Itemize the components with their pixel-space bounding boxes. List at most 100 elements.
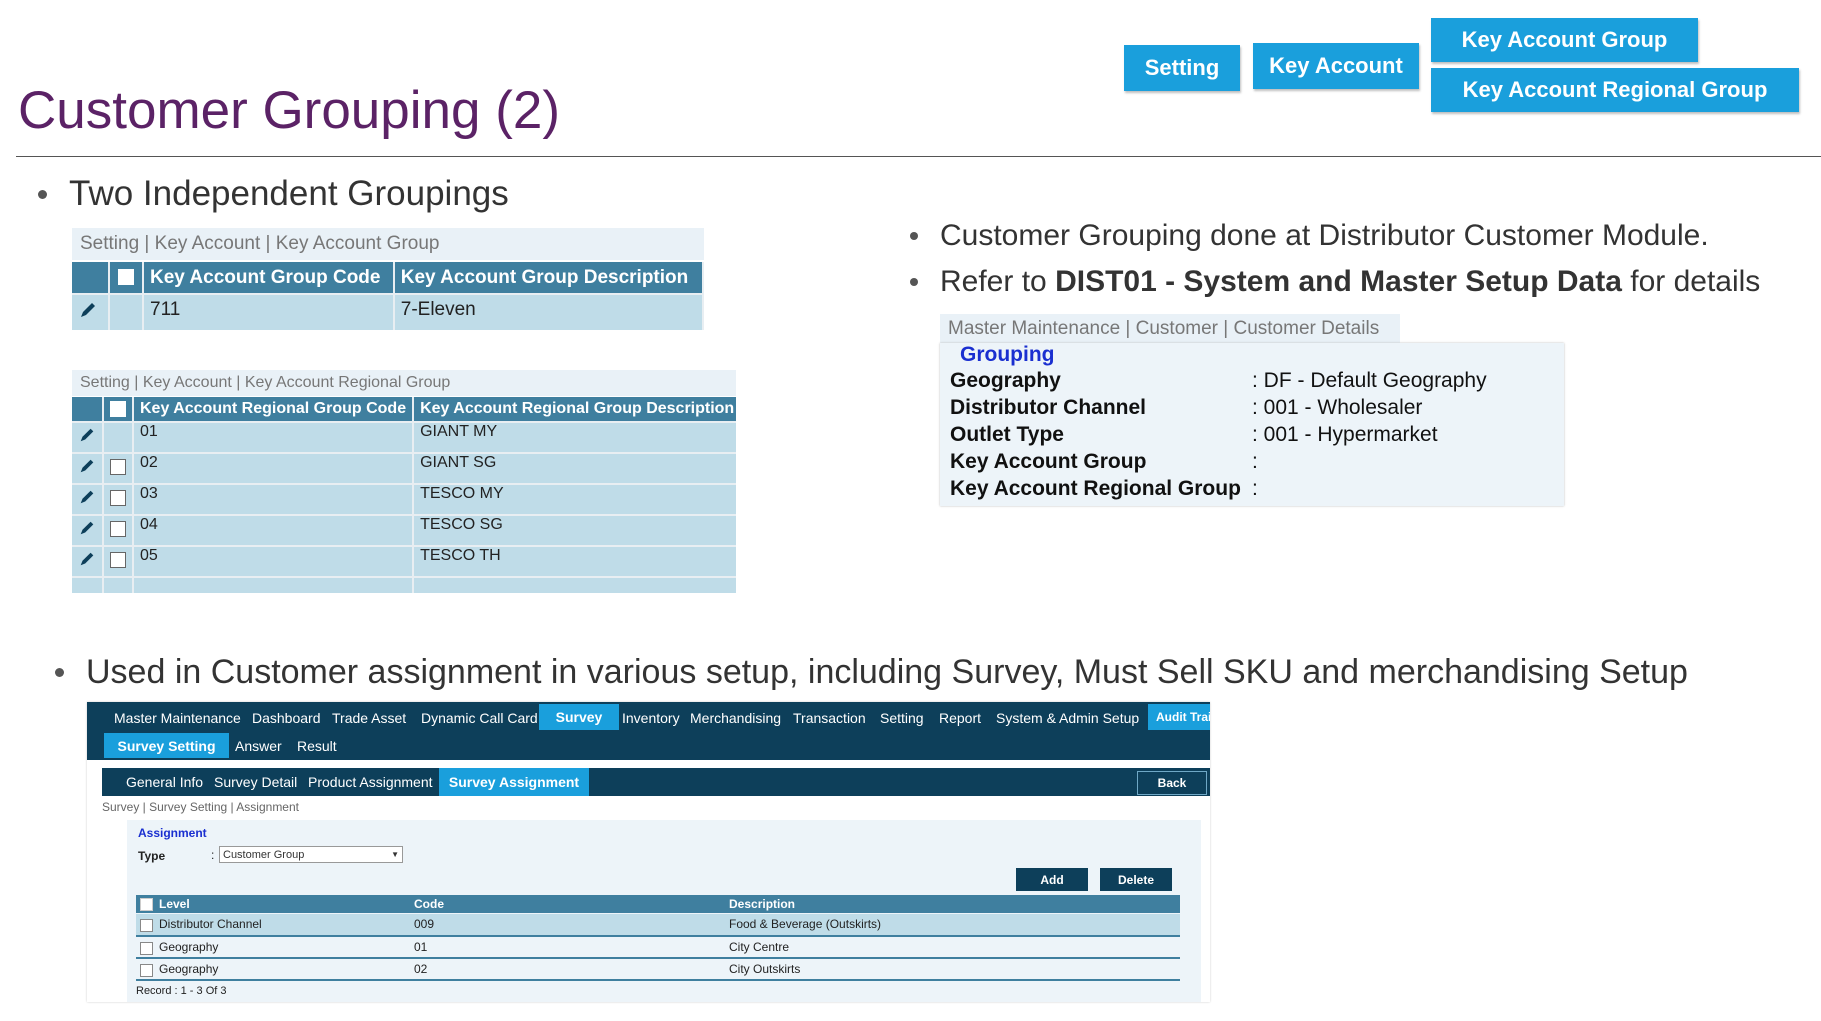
description-cell: Food & Beverage (Outskirts) xyxy=(729,917,882,931)
assignment-table-header: Level Code Description xyxy=(136,895,1180,913)
edit-cell xyxy=(72,421,104,453)
row-checkbox[interactable] xyxy=(110,520,126,537)
pencil-icon[interactable] xyxy=(78,300,98,320)
bullet-text: Two Independent Groupings xyxy=(69,174,509,213)
type-select-value: Customer Group xyxy=(223,848,305,861)
bullet-text-pre: Refer to xyxy=(940,265,1056,298)
row-checkbox[interactable] xyxy=(140,964,153,977)
table-row: Geography 02 City Outskirts xyxy=(136,959,1180,981)
kag-description-cell: 7-Eleven xyxy=(393,293,705,330)
karg-description-cell: GIANT SG xyxy=(413,452,736,484)
table-row: Distributor Channel 009 Food & Beverage … xyxy=(136,914,1180,937)
row-checkbox[interactable] xyxy=(140,919,153,932)
bullet-used-in: Used in Customer assignment in various s… xyxy=(55,650,1688,694)
menu-transaction[interactable]: Transaction xyxy=(793,710,866,726)
field-value-distributor-channel: : 001 - Wholesaler xyxy=(1252,396,1423,419)
edit-cell xyxy=(72,293,110,330)
code-cell: 02 xyxy=(414,962,428,976)
edit-col-header xyxy=(72,262,110,294)
setting-button[interactable]: Setting xyxy=(1124,45,1240,91)
karg-description-cell: GIANT MY xyxy=(413,421,736,453)
app-breadcrumb: Survey | Survey Setting | Assignment xyxy=(102,800,299,814)
description-cell: City Outskirts xyxy=(729,962,801,976)
submenu-survey-setting[interactable]: Survey Setting xyxy=(104,733,229,758)
record-count: Record : 1 - 3 Of 3 xyxy=(136,985,227,997)
title-divider xyxy=(16,156,1821,157)
select-cell xyxy=(103,452,134,484)
select-all-checkbox[interactable] xyxy=(140,898,153,911)
tab-survey-assignment[interactable]: Survey Assignment xyxy=(439,768,589,796)
key-account-regional-group-button[interactable]: Key Account Regional Group xyxy=(1431,68,1799,112)
table-row xyxy=(72,576,736,593)
row-checkbox[interactable] xyxy=(110,489,126,506)
code-cell: 01 xyxy=(414,940,428,954)
select-cell xyxy=(103,421,134,453)
menu-dashboard[interactable]: Dashboard xyxy=(252,710,321,726)
bullet-text: Customer Grouping done at Distributor Cu… xyxy=(940,219,1709,252)
key-account-button[interactable]: Key Account xyxy=(1253,43,1419,89)
tab-general-info[interactable]: General Info xyxy=(126,774,203,790)
table-row: 05 TESCO TH xyxy=(72,545,736,577)
row-checkbox[interactable] xyxy=(110,458,126,475)
menu-report[interactable]: Report xyxy=(939,710,981,726)
submenu-answer[interactable]: Answer xyxy=(235,738,282,754)
menu-setting[interactable]: Setting xyxy=(880,710,924,726)
karg-description-cell: TESCO MY xyxy=(413,483,736,515)
bullet-two-groupings: Two Independent Groupings xyxy=(38,172,509,216)
pencil-icon[interactable] xyxy=(78,550,96,568)
menu-merchandising[interactable]: Merchandising xyxy=(690,710,781,726)
edit-col-header xyxy=(72,397,104,422)
kag-code-header: Key Account Group Code xyxy=(143,262,395,294)
bullet-dot xyxy=(910,278,918,286)
bullet-text: Used in Customer assignment in various s… xyxy=(86,652,1688,691)
edit-cell xyxy=(72,514,104,546)
menu-dynamic-call-card[interactable]: Dynamic Call Card xyxy=(421,710,538,726)
survey-app-screenshot: Master Maintenance Dashboard Trade Asset… xyxy=(87,702,1210,1002)
karg-table-viewport: Key Account Regional Group Code Key Acco… xyxy=(72,397,736,593)
menu-trade-asset[interactable]: Trade Asset xyxy=(332,710,406,726)
level-header: Level xyxy=(159,897,190,911)
row-checkbox[interactable] xyxy=(110,551,126,568)
field-value-geography: : DF - Default Geography xyxy=(1252,369,1487,392)
type-label: Type xyxy=(138,849,166,863)
table-row: 01 GIANT MY xyxy=(72,421,736,453)
menu-system-admin-setup[interactable]: System & Admin Setup xyxy=(996,710,1139,726)
tab-product-assignment[interactable]: Product Assignment xyxy=(308,774,433,790)
pencil-icon[interactable] xyxy=(78,519,96,537)
key-account-group-button[interactable]: Key Account Group xyxy=(1431,18,1698,62)
select-all-cell xyxy=(109,262,144,294)
karg-description-cell: TESCO SG xyxy=(413,514,736,546)
pencil-icon[interactable] xyxy=(78,488,96,506)
code-header: Code xyxy=(414,897,444,911)
back-button[interactable]: Back xyxy=(1137,771,1207,795)
menu-audit-trail[interactable]: Audit Trai xyxy=(1148,704,1210,730)
bullet-dot xyxy=(38,189,47,199)
description-cell: City Centre xyxy=(729,940,790,954)
tab-survey-detail[interactable]: Survey Detail xyxy=(214,774,297,790)
select-all-checkbox[interactable] xyxy=(110,400,126,417)
level-cell: Geography xyxy=(159,940,219,954)
edit-cell xyxy=(72,576,104,593)
karg-code-cell: 04 xyxy=(133,514,415,546)
level-cell: Geography xyxy=(159,962,219,976)
field-label-distributor-channel: Distributor Channel xyxy=(950,396,1147,419)
menu-inventory[interactable]: Inventory xyxy=(622,710,680,726)
table-row: 04 TESCO SG xyxy=(72,514,736,546)
type-select[interactable]: Customer Group ▼ xyxy=(219,846,403,863)
add-button[interactable]: Add xyxy=(1016,868,1088,891)
delete-button[interactable]: Delete xyxy=(1100,868,1172,891)
pencil-icon[interactable] xyxy=(78,426,96,444)
level-cell: Distributor Channel xyxy=(159,917,262,931)
select-all-checkbox[interactable] xyxy=(118,269,134,286)
menu-master-maintenance[interactable]: Master Maintenance xyxy=(114,710,241,726)
bullet-text-bold: DIST01 - System and Master Setup Data xyxy=(1055,265,1622,298)
field-label-key-account-regional-group: Key Account Regional Group xyxy=(950,477,1241,500)
pencil-icon[interactable] xyxy=(78,457,96,475)
menu-survey[interactable]: Survey xyxy=(539,704,619,730)
submenu-result[interactable]: Result xyxy=(297,738,337,754)
kag-description-header: Key Account Group Description xyxy=(393,262,705,294)
kag-table: Key Account Group Code Key Account Group… xyxy=(72,262,705,330)
row-checkbox[interactable] xyxy=(140,942,153,955)
karg-description-cell xyxy=(413,576,736,593)
bullet-text-post: for details xyxy=(1621,265,1761,298)
